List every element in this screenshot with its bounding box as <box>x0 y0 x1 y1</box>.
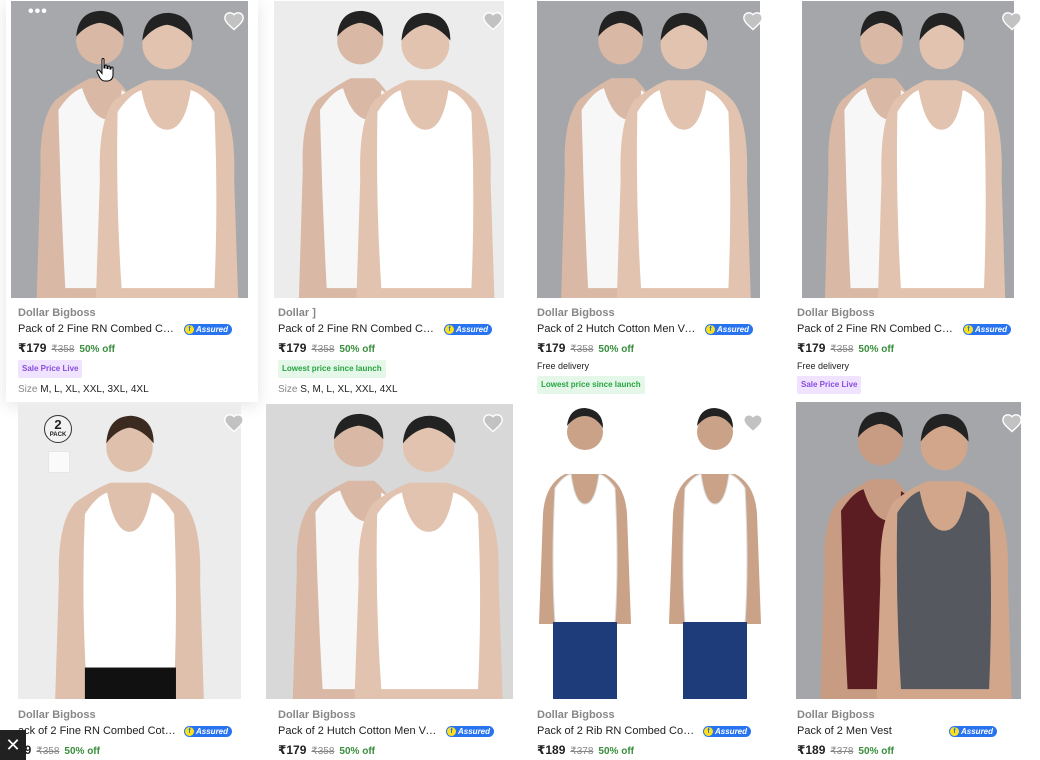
sale-tag: Sale Price Live <box>797 376 862 394</box>
product-image[interactable] <box>18 404 241 699</box>
lowest-price-tag: Lowest price since launch <box>537 376 645 394</box>
heart-icon[interactable] <box>742 10 764 32</box>
discount: 50% off <box>858 344 894 355</box>
product-title[interactable]: Pack of 2 Men Vest <box>797 724 957 739</box>
free-delivery: Free delivery <box>537 361 590 371</box>
brand-name: Dollar Bigboss <box>797 709 875 721</box>
discount: 50% off <box>598 344 634 355</box>
f-assured-icon: f Assured <box>184 725 233 737</box>
price: ₹189 <box>797 743 826 757</box>
mrp: ₹378 <box>570 746 594 757</box>
product-image[interactable] <box>796 402 1021 699</box>
more-dots-icon[interactable]: ••• <box>28 4 48 20</box>
discount: 50% off <box>339 746 375 757</box>
discount: 50% off <box>858 746 894 757</box>
brand-name: Dollar Bigboss <box>537 709 615 721</box>
brand-name: Dollar Bigboss <box>537 307 615 319</box>
f-assured-icon: f Assured <box>444 323 493 335</box>
product-title[interactable]: ack of 2 Fine RN Combed Cotton Men Vest <box>18 724 178 739</box>
f-assured-icon: f Assured <box>703 725 752 737</box>
product-card[interactable]: ••• Dollar Bigboss Pack of 2 Fine RN Com… <box>6 0 258 402</box>
product-photo <box>274 1 504 298</box>
heart-icon[interactable] <box>223 10 245 32</box>
f-assured-icon: f Assured <box>963 323 1012 335</box>
mrp: ₹358 <box>36 746 60 757</box>
product-title[interactable]: Pack of 2 Fine RN Combed Cotton Men Vest <box>18 322 178 337</box>
mrp: ₹358 <box>51 344 75 355</box>
brand-name: Dollar Bigboss <box>18 307 96 319</box>
f-assured-icon: f Assured <box>446 725 495 737</box>
product-title[interactable]: Pack of 2 Rib RN Combed Cotton Men Vest <box>537 724 697 739</box>
price: ₹179 <box>278 341 307 355</box>
product-card[interactable]: Dollar Bigboss Pack of 2 Rib RN Combed C… <box>525 402 777 760</box>
pack-badge: 2 PACK <box>44 415 72 443</box>
close-icon[interactable]: ✕ <box>0 730 26 760</box>
heart-icon[interactable] <box>742 412 764 434</box>
brand-name: Dollar Bigboss <box>797 307 875 319</box>
mrp: ₹358 <box>830 344 854 355</box>
product-photo <box>537 1 760 298</box>
image-thumbnail[interactable] <box>48 451 70 473</box>
product-title[interactable]: Pack of 2 Fine RN Combed Cotton Men Vest <box>797 322 957 337</box>
brand-name: Dollar ] <box>278 307 316 319</box>
heart-icon[interactable] <box>482 10 504 32</box>
product-image[interactable] <box>266 404 513 699</box>
product-photo <box>266 404 513 699</box>
sale-tag: Sale Price Live <box>18 360 83 378</box>
mrp: ₹358 <box>311 344 335 355</box>
lowest-price-tag: Lowest price since launch <box>278 360 386 378</box>
discount: 50% off <box>339 344 375 355</box>
product-image[interactable] <box>537 1 760 298</box>
mrp: ₹358 <box>570 344 594 355</box>
product-card[interactable]: Dollar Bigboss Pack of 2 Hutch Cotton Me… <box>525 0 777 402</box>
f-assured-icon: f Assured <box>949 725 998 737</box>
product-card[interactable]: Dollar ] Pack of 2 Fine RN Combed Cotton… <box>266 0 518 402</box>
product-title[interactable]: Pack of 2 Hutch Cotton Men Vest <box>278 724 438 739</box>
heart-icon[interactable] <box>1001 10 1023 32</box>
product-title[interactable]: Pack of 2 Hutch Cotton Men Vest <box>537 322 697 337</box>
heart-icon[interactable] <box>223 412 245 434</box>
product-card[interactable]: Dollar Bigboss ack of 2 Fine RN Combed C… <box>6 402 258 760</box>
size-list: Size S, M, L, XL, XXL, 4XL <box>278 384 398 395</box>
product-card[interactable]: Dollar Bigboss Pack of 2 Hutch Cotton Me… <box>266 402 518 760</box>
price: ₹179 <box>18 341 47 355</box>
discount: 50% off <box>79 344 115 355</box>
product-card[interactable]: Dollar Bigboss Pack of 2 Fine RN Combed … <box>785 0 1037 402</box>
brand-name: Dollar Bigboss <box>278 709 356 721</box>
discount: 50% off <box>64 746 100 757</box>
price: ₹179 <box>537 341 566 355</box>
product-card[interactable]: Dollar Bigboss Pack of 2 Men Vest f Assur… <box>785 402 1037 760</box>
product-image[interactable] <box>525 404 777 699</box>
price: ₹179 <box>278 743 307 757</box>
discount: 50% off <box>598 746 634 757</box>
size-list: Size M, L, XL, XXL, 3XL, 4XL <box>18 384 149 395</box>
hand-cursor-icon <box>96 58 114 82</box>
mrp: ₹378 <box>830 746 854 757</box>
product-title[interactable]: Pack of 2 Fine RN Combed Cotton Men Vest <box>278 322 438 337</box>
product-photo <box>539 408 761 699</box>
f-assured-icon: f Assured <box>705 323 754 335</box>
free-delivery: Free delivery <box>797 361 850 371</box>
heart-icon[interactable] <box>1001 412 1023 434</box>
product-image[interactable] <box>802 1 1014 298</box>
product-image[interactable] <box>274 1 504 298</box>
f-assured-icon: f Assured <box>184 323 233 335</box>
product-image[interactable] <box>11 1 248 298</box>
price: ₹189 <box>537 743 566 757</box>
product-photo <box>18 404 241 699</box>
product-photo <box>11 1 248 298</box>
brand-name: Dollar Bigboss <box>18 709 96 721</box>
product-photo <box>802 1 1014 298</box>
mrp: ₹358 <box>311 746 335 757</box>
heart-icon[interactable] <box>482 412 504 434</box>
price: ₹179 <box>797 341 826 355</box>
product-photo <box>820 411 1012 699</box>
